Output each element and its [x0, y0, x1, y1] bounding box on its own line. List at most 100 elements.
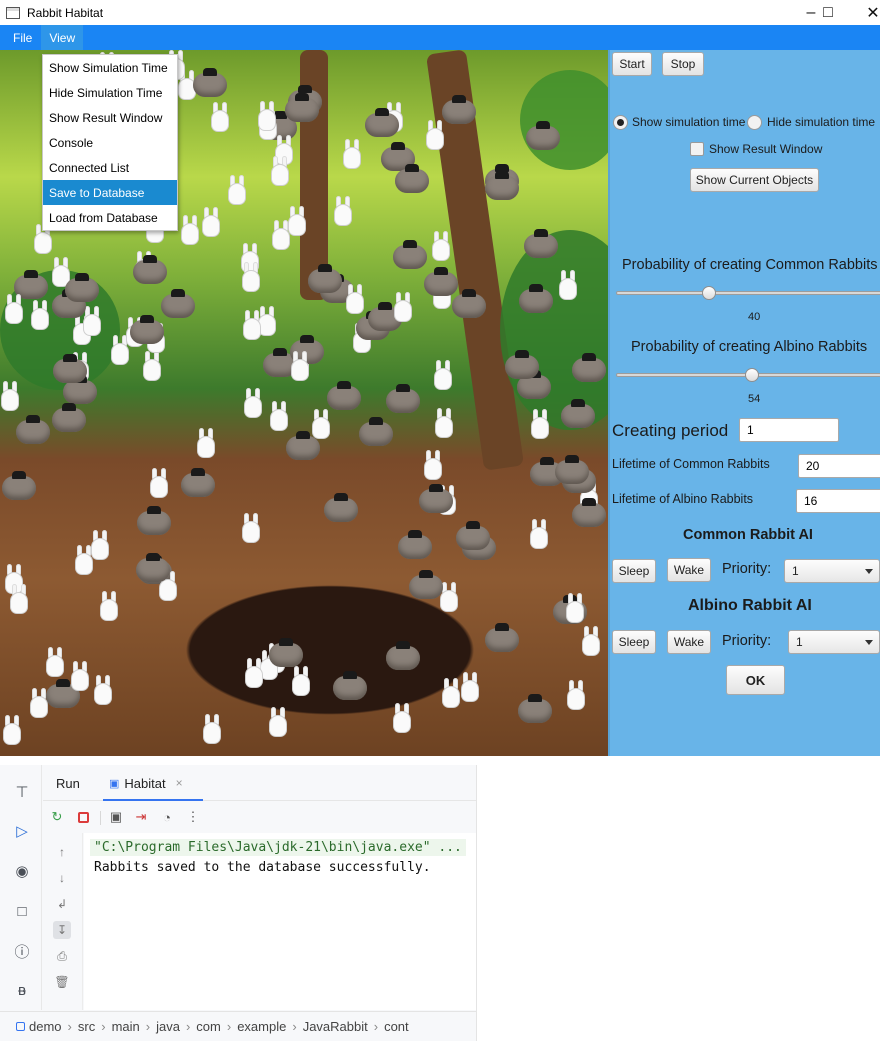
common-wake-button[interactable]: Wake: [667, 558, 711, 582]
albino-rabbit: [566, 680, 586, 710]
menu-view[interactable]: View: [41, 25, 84, 50]
window-title: Rabbit Habitat: [27, 5, 104, 20]
common-rabbit: [519, 284, 553, 314]
common-lifetime-input[interactable]: 20: [798, 454, 880, 478]
view-menu-item-save-to-database[interactable]: Save to Database: [43, 180, 177, 205]
albino-rabbit: [423, 450, 443, 480]
albino-rabbit: [268, 707, 288, 737]
view-menu-item-hide-simulation-time[interactable]: Hide Simulation Time: [43, 80, 177, 105]
breadcrumb-item[interactable]: cont: [384, 1019, 409, 1034]
camera-icon[interactable]: ▣: [107, 808, 125, 826]
albino-rabbit: [530, 409, 550, 439]
albino-rabbit: [290, 351, 310, 381]
common-rabbit: [53, 354, 87, 384]
common-rabbit: [395, 164, 429, 194]
albino-rabbit: [392, 703, 412, 733]
menu-file[interactable]: File: [7, 25, 38, 50]
common-rabbit: [269, 638, 303, 668]
problems-icon[interactable]: ⓘ: [11, 940, 33, 962]
close-tab-icon[interactable]: ×: [176, 776, 183, 790]
albino-rabbit: [565, 593, 585, 623]
view-menu-item-console[interactable]: Console: [43, 130, 177, 155]
view-menu-dropdown: Show Simulation Time Hide Simulation Time…: [42, 54, 178, 231]
scroll-down-icon[interactable]: ↓: [53, 869, 71, 887]
tab-habitat[interactable]: ▣ Habitat ×: [109, 765, 183, 801]
print-icon[interactable]: ⎙: [53, 947, 71, 965]
common-ai-title: Common Rabbit AI: [683, 527, 813, 543]
common-rabbit: [161, 289, 195, 319]
albino-lifetime-input[interactable]: 16: [796, 489, 880, 513]
terminal-icon[interactable]: □: [11, 900, 33, 922]
soft-wrap-icon[interactable]: ↲: [53, 895, 71, 913]
view-menu-item-connected-list[interactable]: Connected List: [43, 155, 177, 180]
common-rabbit: [52, 403, 86, 433]
albino-probability-label: Probability of creating Albino Rabbits: [631, 339, 868, 355]
albino-rabbit: [529, 519, 549, 549]
start-button[interactable]: Start: [612, 52, 652, 76]
rerun-icon[interactable]: ↻: [48, 808, 66, 826]
breadcrumb-item[interactable]: example: [237, 1019, 286, 1034]
common-sleep-button[interactable]: Sleep: [612, 559, 656, 583]
common-priority-select[interactable]: 1: [784, 559, 880, 583]
console-output[interactable]: "C:\Program Files\Java\jdk-21\bin\java.e…: [84, 833, 476, 1010]
breadcrumb-item[interactable]: main: [112, 1019, 140, 1034]
albino-rabbit: [30, 300, 50, 330]
albino-probability-thumb[interactable]: [745, 368, 759, 382]
albino-rabbit: [244, 658, 264, 688]
run-icon[interactable]: ▷: [11, 820, 33, 842]
ok-button[interactable]: OK: [726, 665, 785, 695]
profiler-icon[interactable]: ◔: [158, 808, 176, 826]
tab-run[interactable]: Run: [56, 765, 80, 801]
common-rabbit: [442, 95, 476, 125]
stop-button[interactable]: Stop: [662, 52, 704, 76]
albino-rabbit: [210, 102, 230, 132]
chevron-right-icon: ›: [145, 1019, 151, 1034]
view-menu-item-show-result-window[interactable]: Show Result Window: [43, 105, 177, 130]
stop-icon[interactable]: [74, 808, 92, 826]
more-options-icon[interactable]: ⋮: [184, 808, 202, 826]
show-current-objects-button[interactable]: Show Current Objects: [690, 168, 819, 192]
common-rabbit: [485, 171, 519, 201]
toolbar-divider: [100, 811, 101, 825]
clear-all-icon[interactable]: 🗑: [53, 973, 71, 991]
chevron-right-icon: ›: [67, 1019, 72, 1034]
services-icon[interactable]: ◉: [11, 860, 33, 882]
breadcrumb-item[interactable]: demo: [29, 1019, 62, 1034]
common-rabbit: [137, 506, 171, 536]
show-time-radio[interactable]: [613, 115, 628, 130]
breadcrumb-item[interactable]: java: [156, 1019, 180, 1034]
common-probability-value: 40: [748, 311, 761, 323]
albino-rabbit: [45, 647, 65, 677]
common-rabbit: [386, 641, 420, 671]
common-lifetime-label: Lifetime of Common Rabbits: [612, 457, 770, 471]
scroll-up-icon[interactable]: ↑: [53, 843, 71, 861]
show-result-checkbox[interactable]: [690, 142, 704, 156]
close-icon[interactable]: ✕: [850, 0, 880, 25]
common-rabbit: [409, 570, 443, 600]
view-menu-item-load-from-database[interactable]: Load from Database: [43, 205, 177, 230]
albino-rabbit: [393, 292, 413, 322]
creating-period-input[interactable]: 1: [739, 418, 839, 442]
albino-rabbit: [242, 310, 262, 340]
git-icon[interactable]: ᴃ: [11, 979, 33, 1001]
common-rabbit: [365, 108, 399, 138]
scroll-to-end-icon[interactable]: ↧: [53, 921, 71, 939]
albino-wake-button[interactable]: Wake: [667, 630, 711, 654]
breadcrumb-item[interactable]: JavaRabbit: [303, 1019, 368, 1034]
view-menu-item-show-simulation-time[interactable]: Show Simulation Time: [43, 55, 177, 80]
menu-bar: File View: [0, 25, 880, 50]
chevron-right-icon: ›: [373, 1019, 379, 1034]
albino-priority-select[interactable]: 1: [788, 630, 880, 654]
common-probability-slider[interactable]: [616, 291, 880, 295]
build-icon[interactable]: ⊤: [11, 781, 33, 803]
albino-rabbit: [70, 661, 90, 691]
albino-sleep-button[interactable]: Sleep: [612, 630, 656, 654]
hide-time-radio[interactable]: [747, 115, 762, 130]
albino-lifetime-label: Lifetime of Albino Rabbits: [612, 492, 754, 506]
breadcrumb-item[interactable]: src: [78, 1019, 95, 1034]
exit-icon[interactable]: ⇥: [132, 808, 150, 826]
maximize-icon[interactable]: □: [805, 0, 851, 25]
breadcrumb-item[interactable]: com: [196, 1019, 221, 1034]
common-probability-thumb[interactable]: [702, 286, 716, 300]
common-rabbit: [505, 350, 539, 380]
